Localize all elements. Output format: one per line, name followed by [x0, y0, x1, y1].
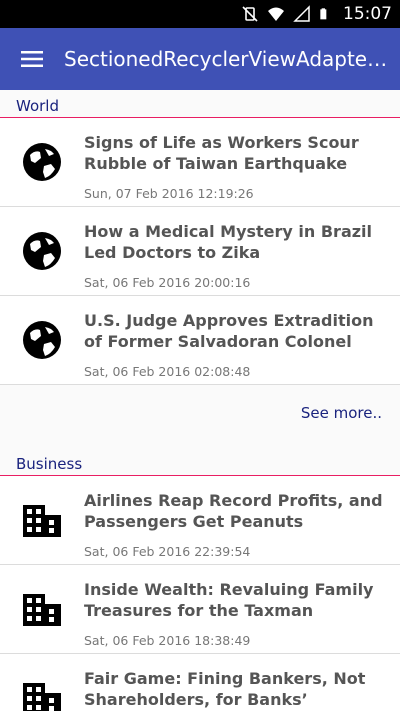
- hamburger-icon: [21, 51, 43, 67]
- app-title: SectionedRecyclerViewAdapter...: [64, 47, 390, 71]
- app-bar: SectionedRecyclerViewAdapter...: [0, 28, 400, 90]
- item-title: Signs of Life as Workers Scour Rubble of…: [84, 133, 359, 173]
- building-icon: [0, 565, 84, 653]
- globe-icon: [0, 207, 84, 295]
- wifi-icon: [268, 7, 284, 21]
- section-footer: See more..: [0, 385, 400, 441]
- status-time: 15:07: [343, 4, 392, 24]
- list-item[interactable]: How a Medical Mystery in Brazil Led Doct…: [0, 207, 400, 296]
- section-header-business: Business: [0, 448, 400, 476]
- list-item[interactable]: Airlines Reap Record Profits, and Passen…: [0, 476, 400, 565]
- item-title: Fair Game: Fining Bankers, Not Sharehold…: [84, 669, 366, 709]
- list-item[interactable]: Inside Wealth: Revaluing Family Treasure…: [0, 565, 400, 654]
- section-header-world: World: [0, 90, 400, 118]
- section-spacer: [0, 441, 400, 448]
- item-title: U.S. Judge Approves Extradition of Forme…: [84, 311, 374, 351]
- item-title: Airlines Reap Record Profits, and Passen…: [84, 491, 383, 531]
- item-title: Inside Wealth: Revaluing Family Treasure…: [84, 580, 374, 620]
- item-date: Sat, 06 Feb 2016 18:38:49: [84, 633, 251, 648]
- list-item[interactable]: U.S. Judge Approves Extradition of Forme…: [0, 296, 400, 385]
- battery-icon: [320, 8, 327, 20]
- building-icon: [0, 654, 84, 711]
- status-bar: 15:07: [0, 0, 400, 28]
- globe-icon: [0, 118, 84, 206]
- menu-button[interactable]: [0, 28, 64, 90]
- item-date: Sun, 07 Feb 2016 12:19:26: [84, 186, 254, 201]
- item-date: Sat, 06 Feb 2016 22:39:54: [84, 544, 251, 559]
- item-title: How a Medical Mystery in Brazil Led Doct…: [84, 222, 373, 262]
- signal-icon: [293, 5, 310, 22]
- see-more-link[interactable]: See more..: [301, 404, 382, 422]
- building-icon: [0, 476, 84, 564]
- list-item[interactable]: Signs of Life as Workers Scour Rubble of…: [0, 118, 400, 207]
- news-list[interactable]: World Signs of Life as Workers Scour Rub…: [0, 90, 400, 711]
- globe-icon: [0, 296, 84, 384]
- vibrate-off-icon: [242, 6, 258, 22]
- item-date: Sat, 06 Feb 2016 02:08:48: [84, 364, 251, 379]
- list-item[interactable]: Fair Game: Fining Bankers, Not Sharehold…: [0, 654, 400, 711]
- item-date: Sat, 06 Feb 2016 20:00:16: [84, 275, 251, 290]
